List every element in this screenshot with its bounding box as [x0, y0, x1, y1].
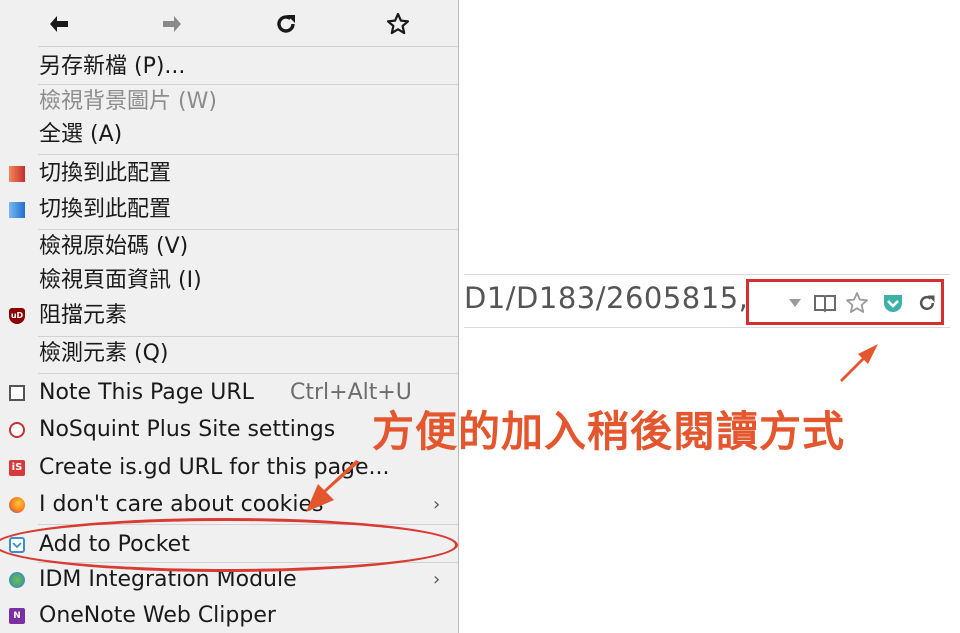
pocket-highlight-oval [0, 518, 458, 572]
bookmark-star-icon[interactable] [384, 10, 412, 38]
dropdown-arrow-icon[interactable] [783, 291, 807, 315]
menu-item-block-element[interactable]: uD 阻擋元素 [0, 299, 458, 333]
menu-item-label: 全選 (A) [39, 122, 123, 147]
forward-arrow-icon[interactable] [158, 10, 186, 38]
menu-item-select-all[interactable]: 全選 (A) [0, 118, 458, 152]
menu-item-view-background-image: 檢視背景圖片 (W) [0, 85, 458, 119]
menu-item-dont-care-cookies[interactable]: I don't care about cookies › [0, 488, 458, 522]
menu-item-label: 切換到此配置 [39, 197, 172, 222]
menu-item-label: NoSquint Plus Site settings [39, 417, 336, 442]
bookmark-star-icon[interactable] [845, 291, 869, 315]
separator [38, 154, 458, 155]
firefox-icon [9, 497, 25, 513]
reader-view-icon[interactable] [813, 291, 837, 315]
back-arrow-icon[interactable] [45, 10, 73, 38]
url-text: D1/D183/2605815, [464, 281, 749, 315]
submenu-chevron-icon: › [433, 569, 441, 590]
menu-item-label: 阻擋元素 [39, 303, 128, 328]
menu-item-label: Note This Page URL [39, 380, 254, 405]
onenote-icon: N [9, 608, 25, 624]
menu-item-label: 另存新檔 (P)... [39, 54, 186, 79]
menu-item-label: 檢視背景圖片 (W) [39, 89, 217, 114]
separator [38, 373, 458, 374]
ublock-icon: uD [9, 308, 25, 324]
reload-icon[interactable] [915, 291, 939, 315]
nosquint-icon [9, 422, 25, 438]
idm-icon [9, 572, 25, 588]
menu-item-switch-layout-1[interactable]: 切換到此配置 [0, 157, 458, 191]
isgd-icon: iS [9, 460, 25, 476]
menu-item-save-as[interactable]: 另存新檔 (P)... [0, 50, 458, 84]
red-gradient-icon [9, 166, 25, 182]
menu-item-inspect-element[interactable]: 檢測元素 (Q) [0, 337, 458, 371]
submenu-chevron-icon: › [433, 494, 441, 515]
urlbar-icon-highlight [746, 279, 944, 325]
reload-icon[interactable] [272, 10, 300, 38]
navigation-row [0, 0, 458, 46]
menu-item-label: 檢測元素 (Q) [39, 341, 169, 366]
arrow-up-right-icon [840, 344, 878, 382]
menu-item-view-page-info[interactable]: 檢視頁面資訊 (I) [0, 264, 458, 298]
menu-item-label: I don't care about cookies [39, 492, 324, 517]
arrow-down-left-icon [306, 460, 360, 512]
pocket-button-icon[interactable] [881, 291, 905, 315]
separator [38, 46, 458, 47]
blue-gradient-icon [9, 202, 25, 218]
menu-item-label: 檢視原始碼 (V) [39, 234, 189, 259]
menu-item-label: OneNote Web Clipper [39, 603, 276, 628]
menu-item-label: 切換到此配置 [39, 161, 172, 186]
note-icon [9, 385, 25, 401]
menu-item-onenote-clipper[interactable]: N OneNote Web Clipper [0, 599, 458, 633]
menu-item-view-source[interactable]: 檢視原始碼 (V) [0, 230, 458, 264]
annotation-caption: 方便的加入稍後閱讀方式 [372, 407, 846, 456]
menu-item-label: 檢視頁面資訊 (I) [39, 268, 202, 293]
menu-item-switch-layout-2[interactable]: 切換到此配置 [0, 193, 458, 227]
